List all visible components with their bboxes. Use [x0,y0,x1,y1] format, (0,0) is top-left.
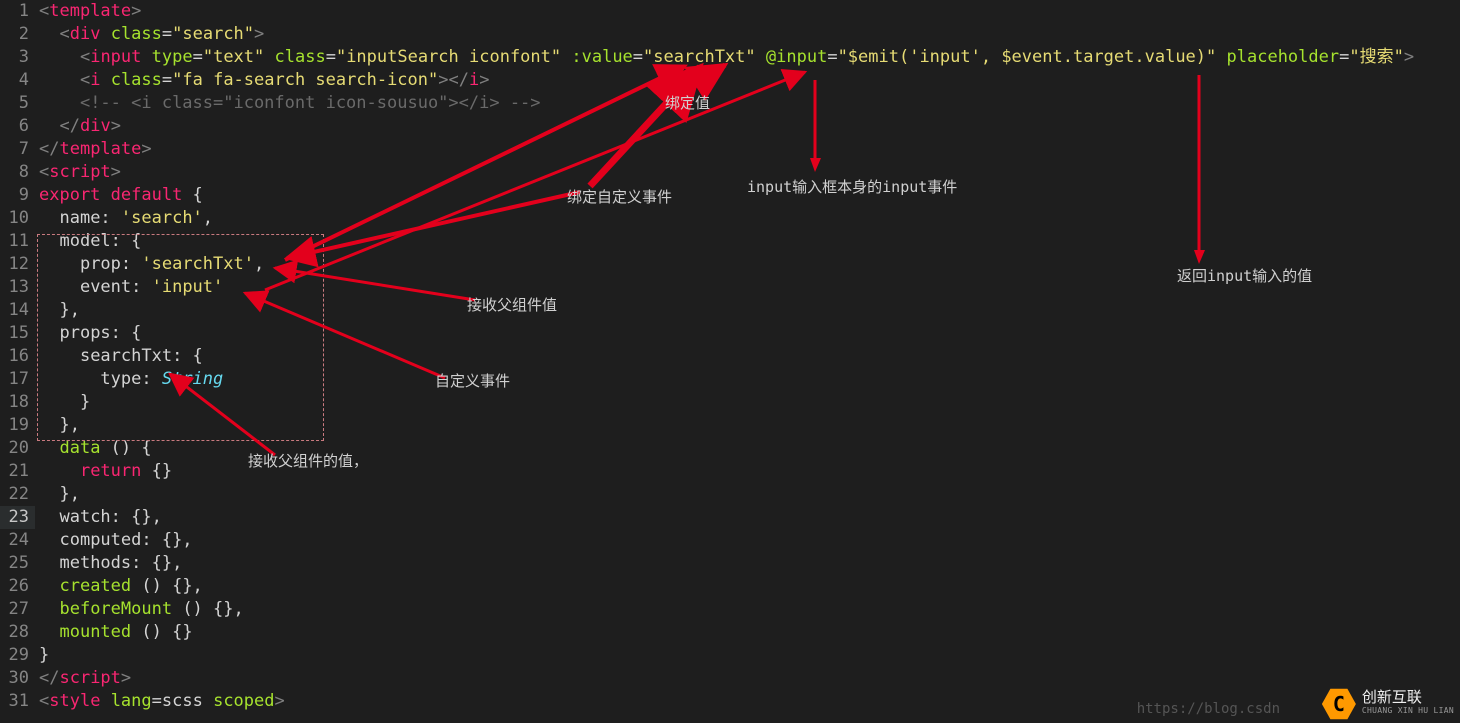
code-line: model: { [39,230,1460,253]
line-number: 30 [0,667,35,690]
line-number: 14 [0,299,35,322]
line-number: 11 [0,230,35,253]
line-number: 31 [0,690,35,713]
annotation-label: 绑定自定义事件 [567,186,672,209]
line-number: 19 [0,414,35,437]
line-number: 6 [0,115,35,138]
annotation-label: 返回input输入的值 [1177,265,1312,288]
logo-hex-icon: C [1322,687,1356,721]
code-line: <i class="fa fa-search search-icon"></i> [39,69,1460,92]
line-number: 2 [0,23,35,46]
code-line: <template> [39,0,1460,23]
code-line: <div class="search"> [39,23,1460,46]
line-number: 3 [0,46,35,69]
code-line: </template> [39,138,1460,161]
brand-logo: C 创新互联 CHUANG XIN HU LIAN [1322,687,1454,721]
logo-subtitle: CHUANG XIN HU LIAN [1362,704,1454,718]
code-line: type: String [39,368,1460,391]
logo-name: 创新互联 [1362,690,1454,704]
line-number: 9 [0,184,35,207]
annotation-label: 接收父组件的值， [248,450,368,473]
code-line: searchTxt: { [39,345,1460,368]
code-line: }, [39,483,1460,506]
annotation-label: 自定义事件 [435,370,510,393]
code-line: }, [39,299,1460,322]
line-number: 16 [0,345,35,368]
code-line: computed: {}, [39,529,1460,552]
code-line: } [39,644,1460,667]
line-number: 10 [0,207,35,230]
line-number: 7 [0,138,35,161]
line-number: 24 [0,529,35,552]
code-line: created () {}, [39,575,1460,598]
line-number: 17 [0,368,35,391]
code-line: </script> [39,667,1460,690]
line-number: 22 [0,483,35,506]
code-line: mounted () {} [39,621,1460,644]
line-number: 29 [0,644,35,667]
code-line: </div> [39,115,1460,138]
code-line: <input type="text" class="inputSearch ic… [39,46,1460,69]
line-number: 8 [0,161,35,184]
watermark-text: https://blog.csdn [1137,698,1280,721]
line-number: 23 [0,506,35,529]
line-number: 18 [0,391,35,414]
code-line: methods: {}, [39,552,1460,575]
code-area[interactable]: <template> <div class="search"> <input t… [35,0,1460,723]
code-line: watch: {}, [39,506,1460,529]
annotation-label: 接收父组件值 [467,294,557,317]
line-number: 4 [0,69,35,92]
line-number-gutter: 1234567891011121314151617181920212223242… [0,0,35,723]
line-number: 26 [0,575,35,598]
line-number: 15 [0,322,35,345]
line-number: 21 [0,460,35,483]
annotation-label: input输入框本身的input事件 [747,176,957,199]
line-number: 5 [0,92,35,115]
line-number: 13 [0,276,35,299]
code-line: <!-- <i class="iconfont icon-sousuo"></i… [39,92,1460,115]
code-line: } [39,391,1460,414]
code-line: props: { [39,322,1460,345]
line-number: 25 [0,552,35,575]
line-number: 28 [0,621,35,644]
annotation-label: 绑定值 [665,92,710,115]
code-line: }, [39,414,1460,437]
line-number: 1 [0,0,35,23]
code-line: beforeMount () {}, [39,598,1460,621]
line-number: 20 [0,437,35,460]
line-number: 12 [0,253,35,276]
line-number: 27 [0,598,35,621]
code-editor: 1234567891011121314151617181920212223242… [0,0,1460,723]
code-line: name: 'search', [39,207,1460,230]
